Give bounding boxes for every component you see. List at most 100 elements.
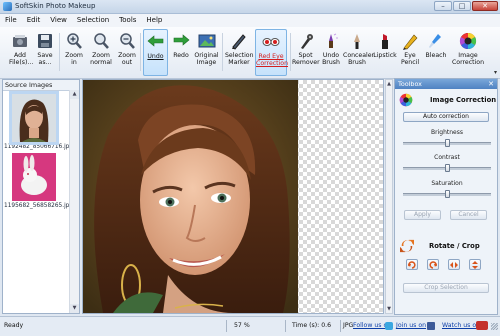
zoom-out-icon	[120, 33, 135, 49]
save-as-label: Save as...	[37, 52, 53, 66]
source-image-item[interactable]: 1192482_85066716.jpg	[4, 91, 74, 150]
redo-label: Redo	[173, 52, 189, 59]
menu-file[interactable]: File	[0, 14, 22, 27]
eye-pencil-icon	[403, 34, 418, 50]
scroll-down-arrow-icon[interactable]: ▼	[386, 305, 392, 313]
source-image-filename: 1195682_56858265.jpg	[4, 203, 74, 209]
menu-help[interactable]: Help	[141, 14, 167, 27]
youtube-icon[interactable]	[476, 321, 488, 330]
save-as-button[interactable]: Save as...	[34, 29, 56, 76]
rotate-arrows-icon	[400, 239, 414, 253]
status-separator	[226, 320, 227, 332]
source-image-item[interactable]: 1195682_56858265.jpg	[4, 151, 74, 209]
title-bar: SoftSkin Photo Makeup – □ ✕	[0, 0, 500, 14]
red-eye-correction-label: Red Eye Correction	[256, 53, 289, 67]
menu-view[interactable]: View	[45, 14, 72, 27]
redo-button[interactable]: Redo	[170, 29, 192, 76]
flip-horizontal-icon	[450, 261, 458, 268]
crop-selection-button[interactable]: Crop Selection	[403, 283, 489, 293]
auto-correction-button[interactable]: Auto correction	[403, 112, 489, 122]
undo-brush-label: Undo Brush	[322, 52, 340, 66]
contrast-slider[interactable]	[403, 164, 491, 172]
canvas-scrollbar[interactable]: ▲ ▼	[385, 79, 393, 314]
rotate-right-button[interactable]	[427, 259, 439, 270]
flip-vertical-button[interactable]	[469, 259, 481, 270]
zoom-in-button[interactable]: Zoom in	[63, 29, 85, 76]
twitter-icon[interactable]	[385, 322, 393, 330]
toolbar: Add File(s)... Save as... Zoom in Zoom n…	[0, 27, 500, 79]
slider-thumb[interactable]	[444, 139, 450, 147]
status-time: Time (s): 0.6	[292, 322, 332, 329]
undo-brush-button[interactable]: Undo Brush	[320, 29, 342, 76]
add-files-button[interactable]: Add File(s)...	[9, 29, 34, 76]
undo-label: Undo	[147, 53, 164, 60]
toolbar-separator	[222, 33, 223, 71]
picture-icon	[198, 34, 215, 48]
close-button[interactable]: ✕	[472, 1, 498, 11]
scroll-down-arrow-icon[interactable]: ▼	[70, 304, 79, 313]
facebook-icon[interactable]	[427, 322, 435, 330]
scroll-up-arrow-icon[interactable]: ▲	[70, 90, 79, 99]
menu-tools[interactable]: Tools	[114, 14, 141, 27]
zoom-in-label: Zoom in	[65, 52, 83, 66]
image-canvas[interactable]	[82, 79, 384, 314]
source-images-panel: Source Images 1192482_85066716.jpg 11956…	[2, 79, 80, 314]
watch-us-link[interactable]: Watch us on	[442, 320, 480, 332]
save-icon	[38, 34, 52, 48]
concealer-brush-icon	[354, 34, 360, 49]
cancel-button[interactable]: Cancel	[450, 210, 487, 220]
toolbar-overflow-chevron[interactable]: ▾	[494, 69, 497, 76]
brightness-label: Brightness	[431, 129, 463, 136]
add-files-label: Add File(s)...	[9, 52, 34, 66]
toolbar-separator	[140, 33, 141, 71]
maximize-button[interactable]: □	[453, 1, 471, 11]
image-correction-button[interactable]: Image Correction	[451, 29, 485, 76]
minimize-button[interactable]: –	[434, 1, 452, 11]
zoom-normal-button[interactable]: Zoom normal	[88, 29, 114, 76]
status-separator	[340, 320, 341, 332]
image-correction-label: Image Correction	[451, 52, 484, 66]
resize-grip-icon[interactable]	[491, 323, 498, 330]
spot-remover-icon	[300, 34, 313, 49]
status-format: JPG	[343, 322, 354, 329]
rotate-left-icon	[408, 260, 416, 269]
menu-bar: File Edit View Selection Tools Help	[0, 14, 500, 27]
menu-edit[interactable]: Edit	[22, 14, 46, 27]
slider-thumb[interactable]	[444, 190, 450, 198]
join-us-link[interactable]: Join us on	[396, 320, 426, 332]
portrait-photo	[83, 80, 298, 313]
apply-button[interactable]: Apply	[404, 210, 441, 220]
zoom-in-icon	[67, 33, 82, 49]
flip-horizontal-button[interactable]	[448, 259, 460, 270]
bleach-button[interactable]: Bleach	[424, 29, 448, 76]
saturation-slider[interactable]	[403, 190, 491, 198]
status-ready: Ready	[4, 322, 24, 329]
zoom-normal-icon	[94, 33, 109, 49]
red-eye-correction-button[interactable]: Red Eye Correction	[255, 29, 289, 76]
source-image-filename: 1192482_85066716.jpg	[4, 144, 74, 150]
brightness-slider[interactable]	[403, 139, 491, 147]
selection-marker-button[interactable]: Selection Marker	[225, 29, 254, 76]
zoom-out-button[interactable]: Zoom out	[116, 29, 138, 76]
concealer-brush-button[interactable]: Concealer Brush	[343, 29, 374, 76]
rotate-left-button[interactable]	[406, 259, 418, 270]
slider-thumb[interactable]	[444, 164, 450, 172]
original-image-button[interactable]: Original Image	[194, 29, 219, 76]
undo-button[interactable]: Undo	[143, 29, 168, 76]
red-eye-icon	[262, 38, 280, 46]
eye-pencil-button[interactable]: Eye Pencil	[399, 29, 421, 76]
toolbar-separator	[290, 33, 291, 71]
spot-remover-button[interactable]: Spot Remover	[292, 29, 320, 76]
toolbox-close-icon[interactable]: ✕	[488, 79, 494, 89]
window-title: SoftSkin Photo Makeup	[15, 2, 96, 10]
scroll-up-arrow-icon[interactable]: ▲	[386, 80, 392, 88]
color-wheel-icon	[399, 93, 413, 107]
lipstick-icon	[382, 34, 388, 49]
lipstick-button[interactable]: Lipstick	[373, 29, 397, 76]
bleach-brush-icon	[429, 34, 441, 48]
redo-arrow-icon	[173, 34, 190, 46]
eye-pencil-label: Eye Pencil	[400, 52, 420, 66]
source-panel-scrollbar[interactable]: ▲ ▼	[69, 90, 79, 313]
menu-selection[interactable]: Selection	[72, 14, 114, 27]
rotate-crop-heading: Rotate / Crop	[429, 242, 480, 250]
